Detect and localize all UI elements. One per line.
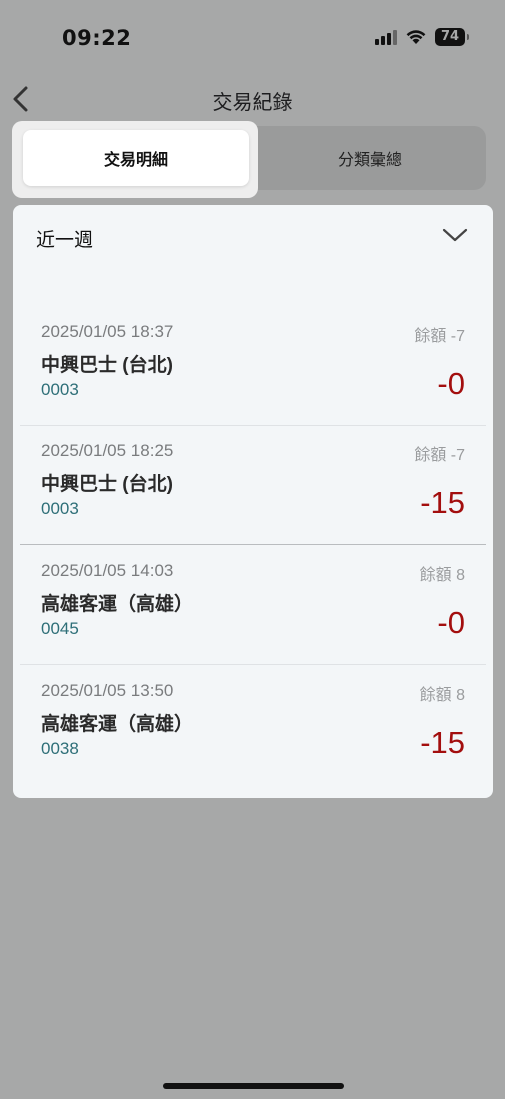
transaction-code: 0045 [41,619,79,638]
nav-bar: 交易紀錄 [0,78,505,122]
chevron-down-icon [442,228,468,242]
transaction-balance: 餘額 8 [419,567,465,584]
transaction-datetime: 2025/01/05 14:03 [41,561,174,580]
transaction-datetime: 2025/01/05 18:37 [41,322,174,341]
transaction-code: 0003 [41,380,79,399]
transaction-merchant: 高雄客運（高雄） [41,594,194,615]
status-time: 09:22 [62,26,132,50]
home-indicator[interactable] [163,1083,344,1089]
transaction-datetime: 2025/01/05 18:25 [41,441,174,460]
transaction-code: 0003 [41,499,79,518]
transaction-amount: -15 [420,725,465,760]
transaction-row[interactable]: 2025/01/05 18:25 餘額 -7 中興巴士 (台北) 0003 -1… [20,425,486,545]
battery-icon: 74 [435,28,469,46]
page-title: 交易紀錄 [212,92,293,114]
transactions-card: 近一週 2025/01/05 18:37 餘額 -7 中興巴士 (台北) 000… [13,205,493,798]
period-dropdown[interactable]: 近一週 [13,205,493,269]
tab-transaction-details[interactable]: 交易明細 [23,130,249,186]
status-icons: 74 [375,28,469,46]
transaction-merchant: 中興巴士 (台北) [41,474,173,495]
transaction-balance: 餘額 -7 [414,447,465,464]
tab-category-summary[interactable]: 分類彙總 [260,130,480,186]
transaction-merchant: 高雄客運（高雄） [41,714,194,735]
wifi-icon [405,29,427,45]
transaction-row[interactable]: 2025/01/05 14:03 餘額 8 高雄客運（高雄） 0045 -0 [20,545,486,665]
transaction-merchant: 中興巴士 (台北) [41,355,173,376]
transaction-row[interactable]: 2025/01/05 13:50 餘額 8 高雄客運（高雄） 0038 -15 [20,665,486,784]
period-label: 近一週 [36,230,94,251]
status-bar: 09:22 74 [0,0,505,78]
transaction-amount: -0 [437,366,465,401]
transaction-amount: -0 [437,605,465,640]
transaction-code: 0038 [41,739,79,758]
transaction-row[interactable]: 2025/01/05 18:37 餘額 -7 中興巴士 (台北) 0003 -0 [20,306,486,426]
transaction-amount: -15 [420,485,465,520]
transaction-datetime: 2025/01/05 13:50 [41,681,174,700]
transaction-balance: 餘額 8 [419,687,465,704]
transaction-balance: 餘額 -7 [414,328,465,345]
cellular-signal-icon [375,29,397,45]
